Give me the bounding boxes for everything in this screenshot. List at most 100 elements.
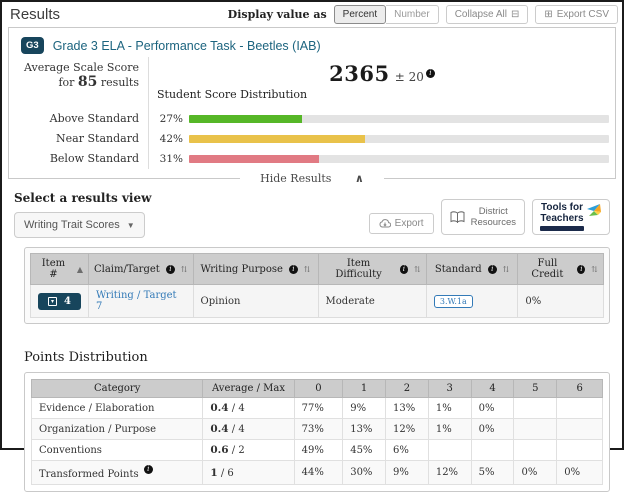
expand-icon: ▾ xyxy=(48,296,57,306)
average-max-cell: 0.4 / 4 xyxy=(202,418,295,440)
points-cell: 0% xyxy=(470,397,515,419)
info-icon[interactable]: i xyxy=(487,264,497,274)
col-points-6: 6 xyxy=(556,379,603,398)
points-distribution-card: Category Average / Max 0 1 2 3 4 5 6 Evi… xyxy=(24,372,610,492)
sort-icon: ⇅ xyxy=(303,264,311,274)
average-scale-score-label: Average Scale Score for 85 results xyxy=(9,57,149,109)
col-item-number[interactable]: Item # ▲ xyxy=(30,253,89,285)
points-cell: 49% xyxy=(293,439,344,461)
info-icon[interactable]: i xyxy=(425,69,435,78)
results-view-dropdown[interactable]: Writing Trait Scores ▼ xyxy=(14,212,145,238)
points-cell xyxy=(427,439,472,461)
full-credit-cell: 0% xyxy=(517,284,604,318)
info-icon[interactable]: i xyxy=(288,264,298,274)
average-max-cell: 0.6 / 2 xyxy=(202,439,295,461)
results-view-buttons: Export District Resources Tools for Teac… xyxy=(368,199,610,235)
hide-results-link[interactable]: Hide Results ∧ xyxy=(240,172,384,185)
standard-cell: 3.W.1a xyxy=(425,284,519,318)
bar-track xyxy=(189,115,609,123)
item-difficulty-cell: Moderate xyxy=(317,284,427,318)
points-cell: 0% xyxy=(470,418,515,440)
average-max-cell: 0.4 / 4 xyxy=(202,397,295,419)
distribution-title: Student Score Distribution xyxy=(157,88,308,101)
points-cell: 13% xyxy=(385,397,429,419)
result-count: 85 xyxy=(77,74,98,90)
assessment-title: Grade 3 ELA - Performance Task - Beetles… xyxy=(52,38,321,53)
points-cell: 12% xyxy=(385,418,429,440)
percent-toggle-button[interactable]: Percent xyxy=(333,5,387,24)
display-value-toggle: Percent Number xyxy=(333,5,439,24)
display-value-as-label: Display value as xyxy=(227,8,327,21)
sort-asc-icon: ▲ xyxy=(76,264,83,274)
near-standard-pct: 42% xyxy=(159,133,183,145)
points-cell: 12% xyxy=(427,460,472,485)
above-standard-label: Above Standard xyxy=(9,109,149,129)
item-number-cell: ▾ 4 xyxy=(30,284,89,318)
item-expand-button[interactable]: ▾ 4 xyxy=(38,292,81,310)
book-icon xyxy=(450,211,465,223)
points-cell xyxy=(556,397,603,419)
points-cell: 9% xyxy=(385,460,429,485)
scale-score-panel: 2365 ± 20 i Student Score Distribution xyxy=(149,57,615,109)
average-scale-score-value: 2365 xyxy=(329,61,390,86)
sort-icon: ⇅ xyxy=(591,264,598,274)
item-table-header-row: Item # ▲ Claim/Target i ⇅ Writing Purpose i ⇅… xyxy=(30,253,604,285)
col-points-1: 1 xyxy=(342,379,387,398)
tools-for-teachers-button[interactable]: Tools for Teachers xyxy=(532,199,610,235)
above-standard-bar-row: 27% xyxy=(149,109,615,129)
points-cell: 30% xyxy=(342,460,387,485)
assessment-title-row: G3 Grade 3 ELA - Performance Task - Beet… xyxy=(9,28,615,57)
col-full-credit[interactable]: Full Credit i ⇅ xyxy=(517,253,604,285)
chevron-down-icon: ▼ xyxy=(126,220,135,230)
info-icon[interactable]: i xyxy=(165,264,175,274)
page-title: Results xyxy=(10,6,61,23)
hide-results-container: Hide Results ∧ xyxy=(9,167,615,186)
below-standard-bar xyxy=(189,155,320,163)
col-points-3: 3 xyxy=(427,379,472,398)
col-claim-target[interactable]: Claim/Target i ⇅ xyxy=(87,253,194,285)
export-button[interactable]: Export xyxy=(368,213,434,234)
standard-badge[interactable]: 3.W.1a xyxy=(433,294,473,308)
points-distribution-title: Points Distribution xyxy=(24,350,148,365)
category-cell: Conventions xyxy=(30,439,204,461)
collapse-icon: ⊟ xyxy=(510,9,520,20)
smarter-balanced-bar xyxy=(540,226,584,231)
col-points-5: 5 xyxy=(513,379,558,398)
col-average-max: Average / Max xyxy=(202,379,295,398)
info-icon[interactable]: i xyxy=(577,264,586,274)
number-toggle-button[interactable]: Number xyxy=(386,5,439,24)
info-icon[interactable]: i xyxy=(143,465,153,474)
table-row: Evidence / Elaboration 0.4 / 4 77% 9% 13… xyxy=(30,397,603,419)
category-cell: Transformed Points i xyxy=(30,460,204,485)
collapse-all-button[interactable]: Collapse All ⊟ xyxy=(445,5,529,24)
points-cell: 73% xyxy=(293,418,344,440)
results-view-left: Select a results view Writing Trait Scor… xyxy=(14,191,151,238)
top-bar-controls: Display value as Percent Number Collapse… xyxy=(228,5,618,24)
export-csv-button[interactable]: ⊞ Export CSV xyxy=(535,5,618,24)
points-cell: 77% xyxy=(293,397,344,419)
tools-for-teachers-logo xyxy=(587,204,601,216)
results-view-section: Select a results view Writing Trait Scor… xyxy=(14,191,610,238)
col-writing-purpose[interactable]: Writing Purpose i ⇅ xyxy=(192,253,319,285)
claim-link[interactable]: Writing xyxy=(96,290,134,301)
points-cell: 13% xyxy=(342,418,387,440)
col-item-difficulty[interactable]: Item Difficulty i ⇅ xyxy=(317,253,427,285)
near-standard-label: Near Standard xyxy=(9,129,149,149)
points-distribution-table: Category Average / Max 0 1 2 3 4 5 6 Evi… xyxy=(30,379,603,485)
points-cell xyxy=(556,418,603,440)
info-icon[interactable]: i xyxy=(399,264,409,274)
category-cell: Organization / Purpose xyxy=(30,418,204,440)
col-standard[interactable]: Standard i ⇅ xyxy=(425,253,519,285)
points-cell: 45% xyxy=(342,439,387,461)
below-standard-label: Below Standard xyxy=(9,149,149,169)
points-header-row: Category Average / Max 0 1 2 3 4 5 6 xyxy=(30,379,603,398)
sort-icon: ⇅ xyxy=(180,264,188,274)
district-resources-button[interactable]: District Resources xyxy=(440,199,525,235)
select-results-view-label: Select a results view xyxy=(14,191,152,205)
points-cell xyxy=(513,397,558,419)
col-points-2: 2 xyxy=(385,379,429,398)
scale-score-line: 2365 ± 20 i xyxy=(149,57,615,86)
sort-icon: ⇅ xyxy=(502,264,510,274)
claim-target-cell: Writing / Target 7 xyxy=(87,284,194,318)
assessment-result-card: G3 Grade 3 ELA - Performance Task - Beet… xyxy=(8,27,616,185)
